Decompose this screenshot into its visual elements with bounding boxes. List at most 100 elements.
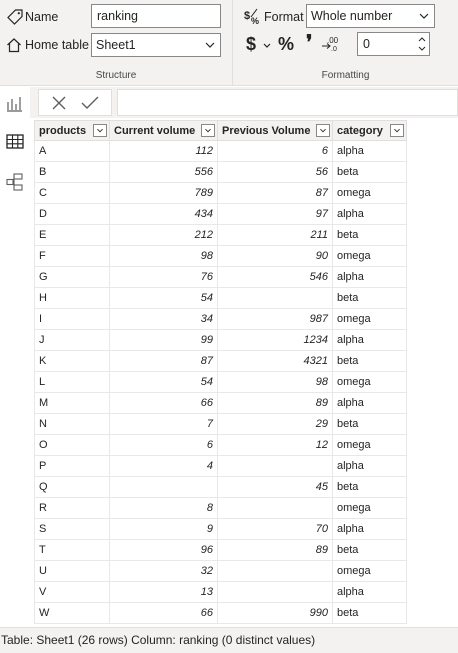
cell-category[interactable]: beta [332, 287, 407, 309]
cell-product[interactable]: F [34, 245, 110, 267]
cell-current-volume[interactable]: 76 [109, 266, 218, 288]
cell-current-volume[interactable]: 13 [109, 581, 218, 603]
table-row[interactable]: P 4 alpha [34, 455, 407, 477]
cell-previous-volume[interactable] [217, 581, 333, 603]
checkmark-icon[interactable] [81, 95, 99, 111]
cell-category[interactable]: alpha [332, 266, 407, 288]
cell-previous-volume[interactable]: 29 [217, 413, 333, 435]
cell-previous-volume[interactable]: 89 [217, 539, 333, 561]
table-row[interactable]: B 556 56 beta [34, 161, 407, 183]
cell-category[interactable]: beta [332, 539, 407, 561]
cell-product[interactable]: E [34, 224, 110, 246]
table-row[interactable]: F 98 90 omega [34, 245, 407, 267]
cell-previous-volume[interactable]: 97 [217, 203, 333, 225]
table-row[interactable]: H 54 beta [34, 287, 407, 309]
cell-category[interactable]: alpha [332, 329, 407, 351]
spinner-icon[interactable] [417, 34, 427, 54]
table-row[interactable]: Q 45 beta [34, 476, 407, 498]
cell-category[interactable]: alpha [332, 455, 407, 477]
cell-current-volume[interactable]: 7 [109, 413, 218, 435]
table-row[interactable]: O 6 12 omega [34, 434, 407, 456]
cell-product[interactable]: C [34, 182, 110, 204]
cell-product[interactable]: T [34, 539, 110, 561]
cell-current-volume[interactable]: 99 [109, 329, 218, 351]
cell-category[interactable]: omega [332, 245, 407, 267]
filter-dropdown-icon[interactable] [93, 124, 107, 137]
cell-product[interactable]: V [34, 581, 110, 603]
cell-product[interactable]: N [34, 413, 110, 435]
cell-product[interactable]: S [34, 518, 110, 540]
table-row[interactable]: I 34 987 omega [34, 308, 407, 330]
column-header-category[interactable]: category [332, 120, 407, 141]
cell-product[interactable]: O [34, 434, 110, 456]
cell-category[interactable]: alpha [332, 392, 407, 414]
cell-current-volume[interactable] [109, 476, 218, 498]
table-row[interactable]: K 87 4321 beta [34, 350, 407, 372]
cell-product[interactable]: L [34, 371, 110, 393]
cell-product[interactable]: G [34, 266, 110, 288]
data-view-icon[interactable] [4, 131, 26, 153]
cell-previous-volume[interactable]: 89 [217, 392, 333, 414]
cell-category[interactable]: beta [332, 602, 407, 624]
table-row[interactable]: J 99 1234 alpha [34, 329, 407, 351]
cell-category[interactable]: alpha [332, 581, 407, 603]
cell-current-volume[interactable]: 87 [109, 350, 218, 372]
model-view-icon[interactable] [4, 171, 26, 193]
cell-category[interactable]: beta [332, 161, 407, 183]
cell-previous-volume[interactable]: 4321 [217, 350, 333, 372]
table-row[interactable]: S 9 70 alpha [34, 518, 407, 540]
chevron-down-icon[interactable] [263, 42, 271, 50]
cell-current-volume[interactable]: 34 [109, 308, 218, 330]
table-row[interactable]: W 66 990 beta [34, 602, 407, 624]
cell-current-volume[interactable]: 4 [109, 455, 218, 477]
cell-category[interactable]: alpha [332, 518, 407, 540]
cell-current-volume[interactable]: 556 [109, 161, 218, 183]
cell-category[interactable]: beta [332, 476, 407, 498]
column-header-current-volume[interactable]: Current volume [109, 120, 218, 141]
table-row[interactable]: A 112 6 alpha [34, 140, 407, 162]
currency-button[interactable]: $ [246, 33, 256, 55]
close-icon[interactable] [51, 95, 67, 111]
cell-current-volume[interactable]: 32 [109, 560, 218, 582]
table-row[interactable]: M 66 89 alpha [34, 392, 407, 414]
cell-product[interactable]: H [34, 287, 110, 309]
cell-current-volume[interactable]: 66 [109, 602, 218, 624]
filter-dropdown-icon[interactable] [316, 124, 330, 137]
cell-previous-volume[interactable]: 90 [217, 245, 333, 267]
cell-previous-volume[interactable]: 70 [217, 518, 333, 540]
home-table-select[interactable]: Sheet1 [91, 33, 221, 57]
cell-category[interactable]: omega [332, 497, 407, 519]
cell-product[interactable]: P [34, 455, 110, 477]
cell-current-volume[interactable]: 96 [109, 539, 218, 561]
cell-product[interactable]: K [34, 350, 110, 372]
cell-previous-volume[interactable]: 45 [217, 476, 333, 498]
formula-input[interactable] [117, 89, 458, 116]
cell-previous-volume[interactable]: 87 [217, 182, 333, 204]
decimal-places-icon[interactable]: .00 .0 [321, 34, 339, 52]
table-row[interactable]: U 32 omega [34, 560, 407, 582]
cell-previous-volume[interactable]: 990 [217, 602, 333, 624]
cell-product[interactable]: D [34, 203, 110, 225]
cell-category[interactable]: beta [332, 224, 407, 246]
column-header-products[interactable]: products [34, 120, 110, 141]
format-select[interactable]: Whole number [306, 4, 435, 28]
cell-category[interactable]: omega [332, 371, 407, 393]
cell-current-volume[interactable]: 6 [109, 434, 218, 456]
cell-product[interactable]: R [34, 497, 110, 519]
table-row[interactable]: V 13 alpha [34, 581, 407, 603]
cell-previous-volume[interactable]: 56 [217, 161, 333, 183]
cell-current-volume[interactable]: 789 [109, 182, 218, 204]
decimal-places-input[interactable]: 0 [357, 32, 430, 56]
table-row[interactable]: R 8 omega [34, 497, 407, 519]
cell-previous-volume[interactable]: 6 [217, 140, 333, 162]
table-row[interactable]: L 54 98 omega [34, 371, 407, 393]
name-input[interactable]: ranking [91, 4, 221, 28]
cell-product[interactable]: U [34, 560, 110, 582]
cell-product[interactable]: J [34, 329, 110, 351]
cell-previous-volume[interactable]: 211 [217, 224, 333, 246]
cell-previous-volume[interactable]: 1234 [217, 329, 333, 351]
table-row[interactable]: T 96 89 beta [34, 539, 407, 561]
cell-current-volume[interactable]: 212 [109, 224, 218, 246]
filter-dropdown-icon[interactable] [201, 124, 215, 137]
cell-category[interactable]: omega [332, 308, 407, 330]
